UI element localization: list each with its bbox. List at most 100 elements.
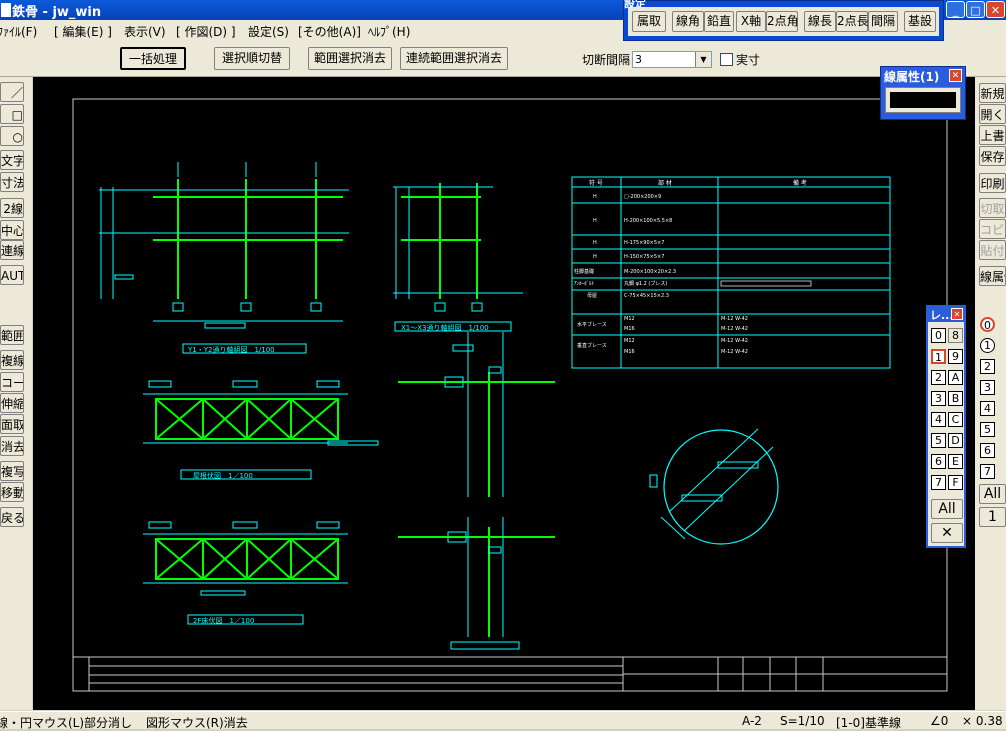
- table-row: 柱脚基礎: [574, 268, 594, 275]
- tool-erase[interactable]: 消去: [0, 436, 24, 456]
- tool-extend[interactable]: 伸縮: [0, 393, 24, 413]
- tool-line-attr[interactable]: 線属性: [979, 266, 1006, 286]
- right-layer-all-button[interactable]: All: [979, 484, 1006, 504]
- line-attribute-swatch-frame[interactable]: [885, 87, 961, 113]
- tool-cut[interactable]: 切取: [979, 198, 1006, 218]
- table-header-symbol: 符 号: [589, 179, 603, 187]
- tool-print[interactable]: 印刷: [979, 173, 1006, 193]
- layer-button-1[interactable]: 1: [931, 349, 946, 364]
- close-icon[interactable]: ✕: [949, 69, 962, 82]
- tool-dimension[interactable]: 寸法: [0, 172, 24, 192]
- drawing-canvas[interactable]: Y1・Y2通り軸組図 1/100 X1～X3通り軸組図 1/100 屋根伏図 1…: [33, 77, 975, 710]
- tool-connect-line[interactable]: 連線: [0, 240, 24, 260]
- maximize-button[interactable]: □: [966, 1, 985, 18]
- layer-button-0[interactable]: 0: [931, 328, 946, 343]
- chevron-down-icon[interactable]: ▼: [695, 52, 711, 67]
- layer-button-6[interactable]: 6: [931, 454, 946, 469]
- right-layer-6[interactable]: 6: [980, 443, 995, 458]
- line-angle-button[interactable]: 線角: [672, 11, 704, 32]
- menu-settings[interactable]: 設定(S): [248, 23, 289, 40]
- interval-select[interactable]: 3 ▼: [632, 51, 712, 68]
- status-angle[interactable]: ∠0: [930, 714, 948, 728]
- menu-view[interactable]: 表示(V): [124, 23, 166, 40]
- layer-button-e[interactable]: E: [948, 454, 963, 469]
- menu-draw[interactable]: [ 作図(D) ]: [176, 23, 236, 40]
- layer-button-2[interactable]: 2: [931, 370, 946, 385]
- table-row: □-200×200×9: [624, 194, 661, 200]
- menu-other[interactable]: [その他(A)]: [298, 23, 361, 40]
- tool-rect[interactable]: □: [0, 104, 24, 124]
- layer-button-3[interactable]: 3: [931, 391, 946, 406]
- actual-size-checkbox[interactable]: [720, 53, 733, 66]
- two-point-angle-button[interactable]: 2点角: [766, 11, 799, 32]
- tool-corner[interactable]: コーナー: [0, 372, 24, 392]
- tool-paste[interactable]: 貼付: [979, 240, 1006, 260]
- base-set-button[interactable]: 基設: [904, 11, 936, 32]
- right-layer-2[interactable]: 2: [980, 359, 995, 374]
- tool-chamfer[interactable]: 面取: [0, 414, 24, 434]
- status-bar: 線・円マウス(L)部分消し 図形マウス(R)消去 A-2 S=1/10 [1-0…: [0, 711, 1006, 731]
- line-length-button[interactable]: 線長: [804, 11, 836, 32]
- tool-move[interactable]: 移動: [0, 482, 24, 502]
- tool-circle[interactable]: ○: [0, 126, 24, 146]
- tool-range[interactable]: 範囲: [0, 325, 24, 345]
- close-icon[interactable]: ✕: [951, 308, 963, 320]
- right-layer-5[interactable]: 5: [980, 422, 995, 437]
- menu-file[interactable]: ﾌｧｲﾙ(F): [0, 23, 37, 40]
- layer-button-9[interactable]: 9: [948, 349, 963, 364]
- interval-value: 3: [635, 53, 642, 66]
- right-layer-4[interactable]: 4: [980, 401, 995, 416]
- tool-overwrite[interactable]: 上書: [979, 125, 1006, 145]
- layer-button-b[interactable]: B: [948, 391, 963, 406]
- vertical-button[interactable]: 鉛直: [704, 11, 734, 32]
- status-layer[interactable]: [1-0]基準線: [836, 714, 901, 731]
- right-layer-7[interactable]: 7: [980, 464, 995, 479]
- tool-copy[interactable]: 複写: [0, 461, 24, 481]
- right-layer-0[interactable]: 0: [980, 317, 995, 332]
- layer-clear-button[interactable]: ✕: [931, 523, 963, 543]
- detail-sections: [398, 332, 555, 650]
- layer-window-titlebar: レ... ✕: [928, 307, 964, 322]
- layer-button-a[interactable]: A: [948, 370, 963, 385]
- tool-auto[interactable]: AUTO: [0, 265, 24, 285]
- tool-center-line[interactable]: 中心線: [0, 220, 24, 240]
- tool-open[interactable]: 開く: [979, 104, 1006, 124]
- tool-double-line[interactable]: 2線: [0, 198, 24, 218]
- layer-all-button[interactable]: All: [931, 499, 963, 519]
- layer-button-7[interactable]: 7: [931, 475, 946, 490]
- tool-save[interactable]: 保存: [979, 146, 1006, 166]
- attr-get-button[interactable]: 属取: [632, 11, 666, 32]
- roof-plan-label: 屋根伏図 1／100: [193, 471, 253, 480]
- title-block: [72, 656, 948, 692]
- layer-button-8[interactable]: 8: [948, 328, 963, 343]
- tool-line[interactable]: ／: [0, 82, 24, 102]
- x-axis-button[interactable]: X軸: [736, 11, 766, 32]
- layer-button-c[interactable]: C: [948, 412, 963, 427]
- layer-button-f[interactable]: F: [948, 475, 963, 490]
- menu-edit[interactable]: [ 編集(E) ]: [54, 23, 112, 40]
- right-layer-group-button[interactable]: 1: [979, 507, 1006, 527]
- status-paper[interactable]: A-2: [742, 714, 762, 728]
- minimize-button[interactable]: _: [946, 1, 965, 18]
- status-zoom[interactable]: × 0.38: [962, 714, 1003, 728]
- two-point-length-button[interactable]: 2点長: [836, 11, 869, 32]
- actual-size-label: 実寸: [736, 53, 761, 67]
- layer-button-4[interactable]: 4: [931, 412, 946, 427]
- range-delete-button[interactable]: 範囲選択消去: [308, 47, 392, 70]
- tool-copy-clip[interactable]: コピー: [979, 219, 1006, 239]
- interval-button[interactable]: 間隔: [868, 11, 898, 32]
- right-layer-3[interactable]: 3: [980, 380, 995, 395]
- tool-text[interactable]: 文字: [0, 150, 24, 170]
- tool-copy-line[interactable]: 複線: [0, 350, 24, 370]
- selection-order-button[interactable]: 選択順切替: [214, 47, 290, 70]
- right-layer-1[interactable]: 1: [980, 338, 995, 353]
- tool-undo[interactable]: 戻る: [0, 507, 24, 527]
- layer-button-d[interactable]: D: [948, 433, 963, 448]
- close-button[interactable]: ✕: [986, 1, 1005, 18]
- menu-help[interactable]: ﾍﾙﾌﾟ(H): [368, 23, 410, 40]
- layer-button-5[interactable]: 5: [931, 433, 946, 448]
- continuous-range-delete-button[interactable]: 連続範囲選択消去: [400, 47, 508, 70]
- status-scale[interactable]: S=1/10: [780, 714, 825, 728]
- batch-process-button[interactable]: 一括処理: [120, 47, 186, 70]
- tool-new[interactable]: 新規: [979, 83, 1006, 103]
